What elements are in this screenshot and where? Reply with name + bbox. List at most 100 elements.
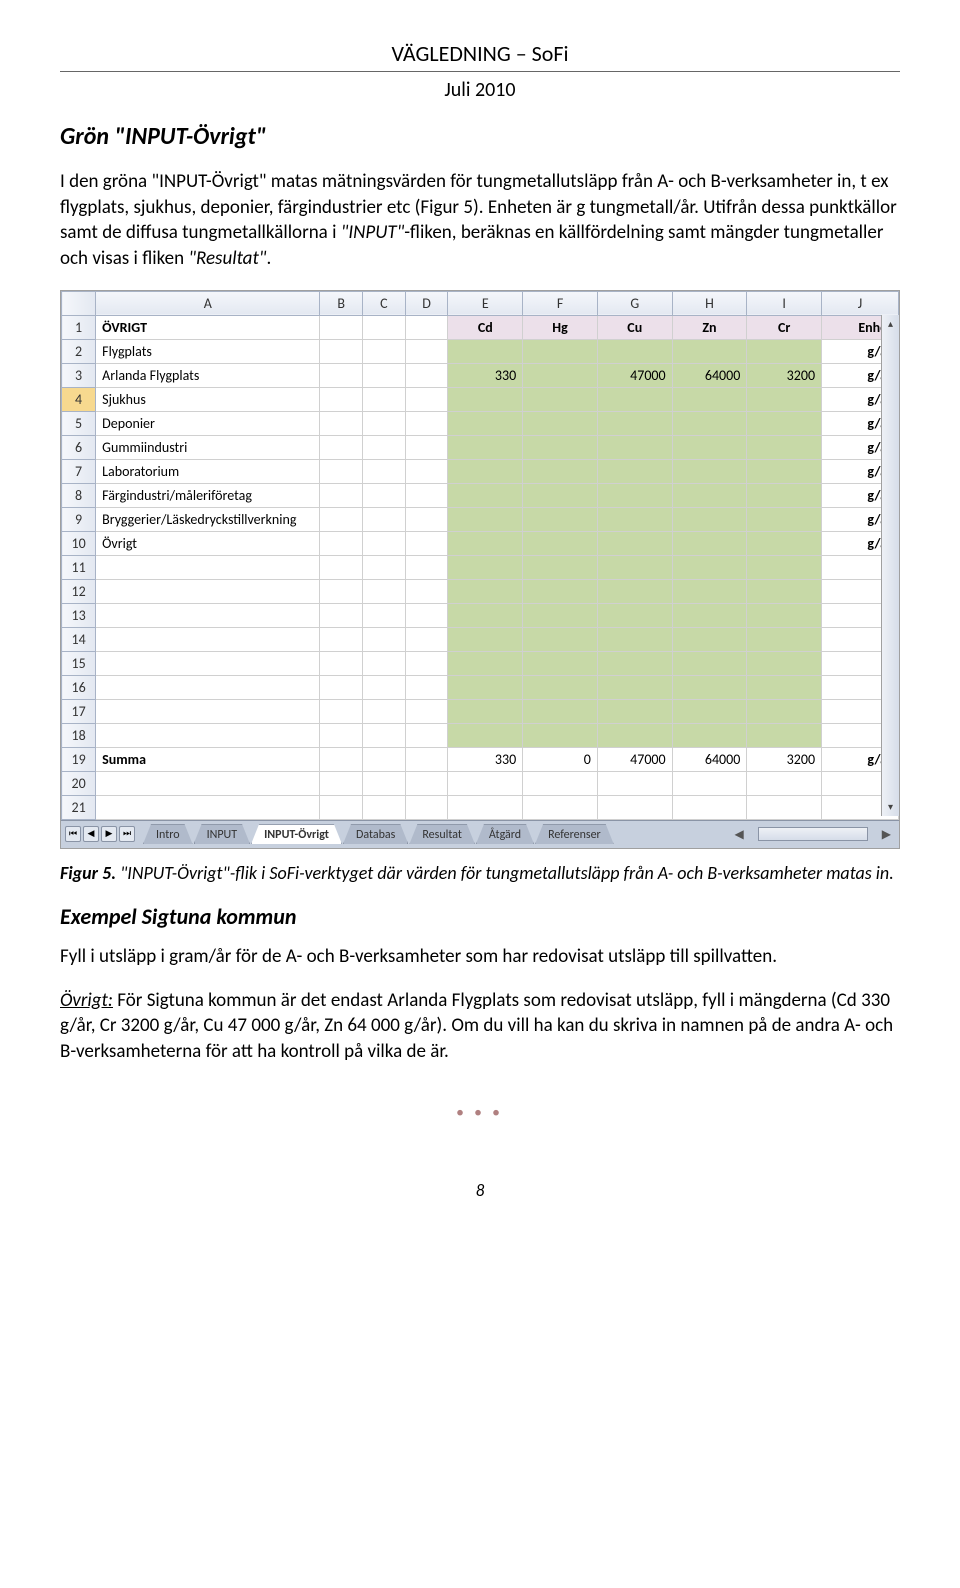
cell[interactable] — [448, 675, 523, 699]
cell[interactable] — [747, 627, 822, 651]
cell[interactable] — [597, 483, 672, 507]
cell[interactable] — [363, 459, 406, 483]
row-number[interactable]: 11 — [62, 555, 96, 579]
cell[interactable]: 330 — [448, 747, 523, 771]
cell[interactable]: 330 — [448, 363, 523, 387]
cell[interactable] — [96, 603, 320, 627]
cell[interactable] — [597, 387, 672, 411]
cell[interactable]: 3200 — [747, 363, 822, 387]
cell[interactable] — [363, 507, 406, 531]
row-number[interactable]: 13 — [62, 603, 96, 627]
horizontal-scrollbar[interactable] — [758, 827, 868, 841]
cell[interactable] — [320, 507, 363, 531]
cell[interactable] — [363, 723, 406, 747]
select-all-corner[interactable] — [62, 291, 96, 315]
cell[interactable] — [363, 675, 406, 699]
cell[interactable] — [747, 483, 822, 507]
cell[interactable] — [448, 771, 523, 795]
cell[interactable] — [363, 411, 406, 435]
cell[interactable] — [448, 483, 523, 507]
cell[interactable] — [523, 771, 598, 795]
vertical-scrollbar[interactable]: ▴ ▾ — [881, 315, 899, 816]
cell[interactable] — [405, 483, 448, 507]
cell[interactable] — [597, 507, 672, 531]
cell[interactable] — [405, 699, 448, 723]
cell[interactable] — [672, 411, 747, 435]
cell[interactable] — [597, 435, 672, 459]
cell[interactable] — [448, 699, 523, 723]
cell[interactable] — [523, 411, 598, 435]
cell[interactable]: 64000 — [672, 363, 747, 387]
row-number[interactable]: 14 — [62, 627, 96, 651]
cell[interactable] — [363, 627, 406, 651]
cell[interactable] — [405, 387, 448, 411]
cell[interactable] — [405, 411, 448, 435]
cell[interactable] — [363, 795, 406, 819]
cell[interactable] — [523, 627, 598, 651]
cell[interactable] — [96, 771, 320, 795]
cell[interactable] — [320, 459, 363, 483]
row-number[interactable]: 8 — [62, 483, 96, 507]
cell[interactable] — [320, 603, 363, 627]
cell[interactable] — [448, 579, 523, 603]
cell[interactable] — [363, 699, 406, 723]
col-header[interactable]: A — [96, 291, 320, 315]
hscroll-right-icon[interactable]: ▶ — [882, 827, 891, 842]
sheet-tab[interactable]: Databas — [343, 824, 408, 844]
cell[interactable] — [448, 435, 523, 459]
cell[interactable] — [320, 387, 363, 411]
cell[interactable] — [672, 387, 747, 411]
row-number[interactable]: 17 — [62, 699, 96, 723]
cell[interactable]: Hg — [523, 315, 598, 339]
row-number[interactable]: 9 — [62, 507, 96, 531]
cell[interactable] — [320, 795, 363, 819]
cell[interactable] — [448, 387, 523, 411]
row-number[interactable]: 1 — [62, 315, 96, 339]
cell[interactable]: Övrigt — [96, 531, 320, 555]
cell[interactable] — [448, 795, 523, 819]
cell[interactable]: 47000 — [597, 747, 672, 771]
cell[interactable] — [363, 747, 406, 771]
cell[interactable]: Summa — [96, 747, 320, 771]
cell[interactable]: Deponier — [96, 411, 320, 435]
cell[interactable]: Laboratorium — [96, 459, 320, 483]
sheet-tab[interactable]: INPUT — [194, 824, 251, 844]
cell[interactable] — [363, 603, 406, 627]
cell[interactable] — [363, 579, 406, 603]
cell[interactable] — [320, 675, 363, 699]
cell[interactable] — [747, 795, 822, 819]
tab-nav-prev-icon[interactable]: ◀ — [83, 826, 99, 842]
cell[interactable] — [405, 363, 448, 387]
cell[interactable] — [672, 627, 747, 651]
cell[interactable] — [320, 699, 363, 723]
cell[interactable] — [363, 387, 406, 411]
cell[interactable] — [672, 675, 747, 699]
cell[interactable] — [747, 579, 822, 603]
cell[interactable] — [523, 531, 598, 555]
cell[interactable] — [363, 363, 406, 387]
cell[interactable] — [320, 315, 363, 339]
cell[interactable] — [523, 699, 598, 723]
cell[interactable] — [363, 435, 406, 459]
cell[interactable] — [320, 747, 363, 771]
cell[interactable] — [96, 723, 320, 747]
cell[interactable] — [747, 699, 822, 723]
cell[interactable] — [597, 603, 672, 627]
cell[interactable] — [523, 435, 598, 459]
cell[interactable] — [363, 315, 406, 339]
cell[interactable] — [448, 531, 523, 555]
cell[interactable] — [672, 483, 747, 507]
cell[interactable] — [363, 555, 406, 579]
cell[interactable] — [320, 723, 363, 747]
cell[interactable] — [672, 435, 747, 459]
cell[interactable] — [405, 603, 448, 627]
cell[interactable] — [405, 579, 448, 603]
cell[interactable] — [747, 387, 822, 411]
cell[interactable]: 0 — [523, 747, 598, 771]
cell[interactable] — [405, 795, 448, 819]
cell[interactable] — [672, 603, 747, 627]
cell[interactable] — [448, 411, 523, 435]
cell[interactable] — [320, 555, 363, 579]
col-header[interactable]: E — [448, 291, 523, 315]
cell[interactable] — [363, 483, 406, 507]
